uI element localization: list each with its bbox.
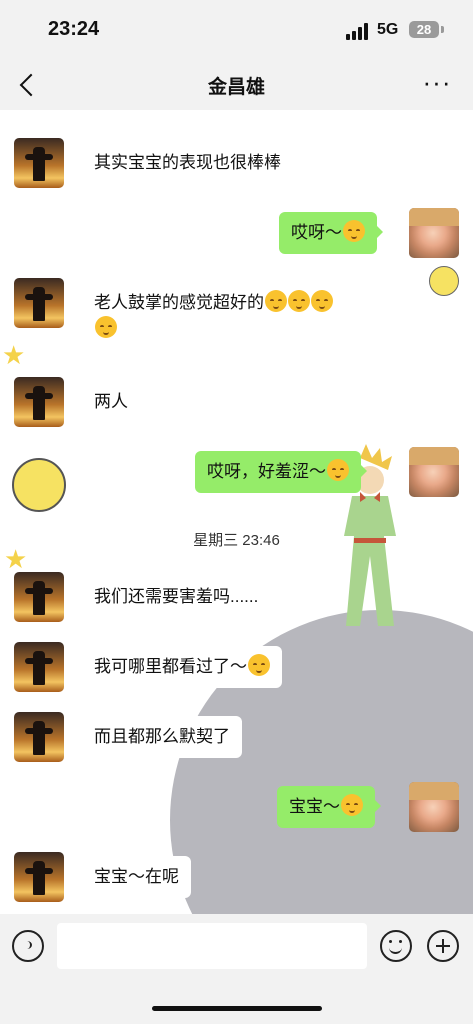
background-moon (12, 458, 66, 512)
message-input[interactable] (57, 923, 367, 969)
my-avatar[interactable] (409, 782, 459, 832)
contact-avatar[interactable] (14, 572, 64, 622)
battery-tip (441, 26, 444, 33)
my-avatar[interactable] (409, 447, 459, 497)
contact-avatar[interactable] (14, 642, 64, 692)
message-bubble[interactable]: 其实宝宝的表现也很棒棒 (76, 142, 293, 184)
message-text: 两人 (94, 392, 128, 411)
message-text: 哎呀，好羞涩～ (207, 462, 326, 481)
message-text: 我可哪里都看过了～ (94, 657, 247, 676)
signal-icon (346, 22, 370, 40)
shy-smile-emoji-icon (288, 290, 310, 312)
contact-avatar[interactable] (14, 138, 64, 188)
chat-header: 金昌雄 ··· (0, 62, 473, 110)
message-text: 而且都那么默契了 (94, 727, 230, 746)
shy-smile-emoji-icon (248, 654, 270, 676)
contact-avatar[interactable] (14, 852, 64, 902)
message-bubble[interactable]: 两人 (76, 381, 140, 423)
contact-avatar[interactable] (14, 377, 64, 427)
message-text: 老人鼓掌的感觉超好的 (94, 293, 264, 312)
message-bubble[interactable]: 哎呀，好羞涩～ (195, 451, 367, 493)
plus-icon[interactable] (427, 930, 459, 962)
shy-smile-emoji-icon (343, 220, 365, 242)
shy-smile-emoji-icon (95, 316, 117, 338)
emoji-icon[interactable] (380, 930, 412, 962)
message-text: 其实宝宝的表现也很棒棒 (94, 153, 281, 172)
star-icon: ★ (2, 340, 26, 370)
network-type: 5G (377, 21, 399, 38)
shy-smile-emoji-icon (341, 794, 363, 816)
message-bubble[interactable]: 宝宝～ (277, 786, 381, 828)
chat-title: 金昌雄 (207, 77, 265, 98)
background-planet-small (429, 266, 459, 296)
message-text: 哎呀～ (291, 223, 342, 242)
more-icon[interactable]: ··· (420, 69, 454, 100)
status-time: 23:24 (48, 18, 100, 40)
message-bubble[interactable]: 老人鼓掌的感觉超好的 (76, 282, 382, 348)
message-text: 宝宝～在呢 (94, 867, 179, 886)
wink-tongue-emoji-icon (265, 290, 287, 312)
my-avatar[interactable] (409, 208, 459, 258)
message-bubble[interactable]: 哎呀～ (279, 212, 383, 254)
battery-icon: 28 (409, 21, 439, 38)
shy-smile-emoji-icon (311, 290, 333, 312)
message-bubble[interactable]: 而且都那么默契了 (76, 716, 242, 758)
contact-avatar[interactable] (14, 278, 64, 328)
message-text: 宝宝～ (289, 797, 340, 816)
message-bubble[interactable]: 宝宝～在呢 (76, 856, 191, 898)
message-bubble[interactable]: 我们还需要害羞吗...... (75, 576, 271, 618)
chat-history[interactable]: ★ ★ 其实宝宝的表现也很棒棒 哎呀～ 老人鼓掌的感觉超好的 两人 哎呀，好羞涩… (0, 110, 473, 914)
message-text: 我们还需要害羞吗...... (94, 587, 259, 606)
shy-smile-emoji-icon (327, 459, 349, 481)
home-indicator (152, 1006, 322, 1011)
voice-input-icon[interactable] (12, 930, 44, 962)
chat-timestamp: 星期三 23:46 (193, 532, 280, 549)
status-bar: 23:24 5G 28 (0, 0, 473, 62)
message-bubble[interactable]: 我可哪里都看过了～ (76, 646, 282, 688)
contact-avatar[interactable] (14, 712, 64, 762)
